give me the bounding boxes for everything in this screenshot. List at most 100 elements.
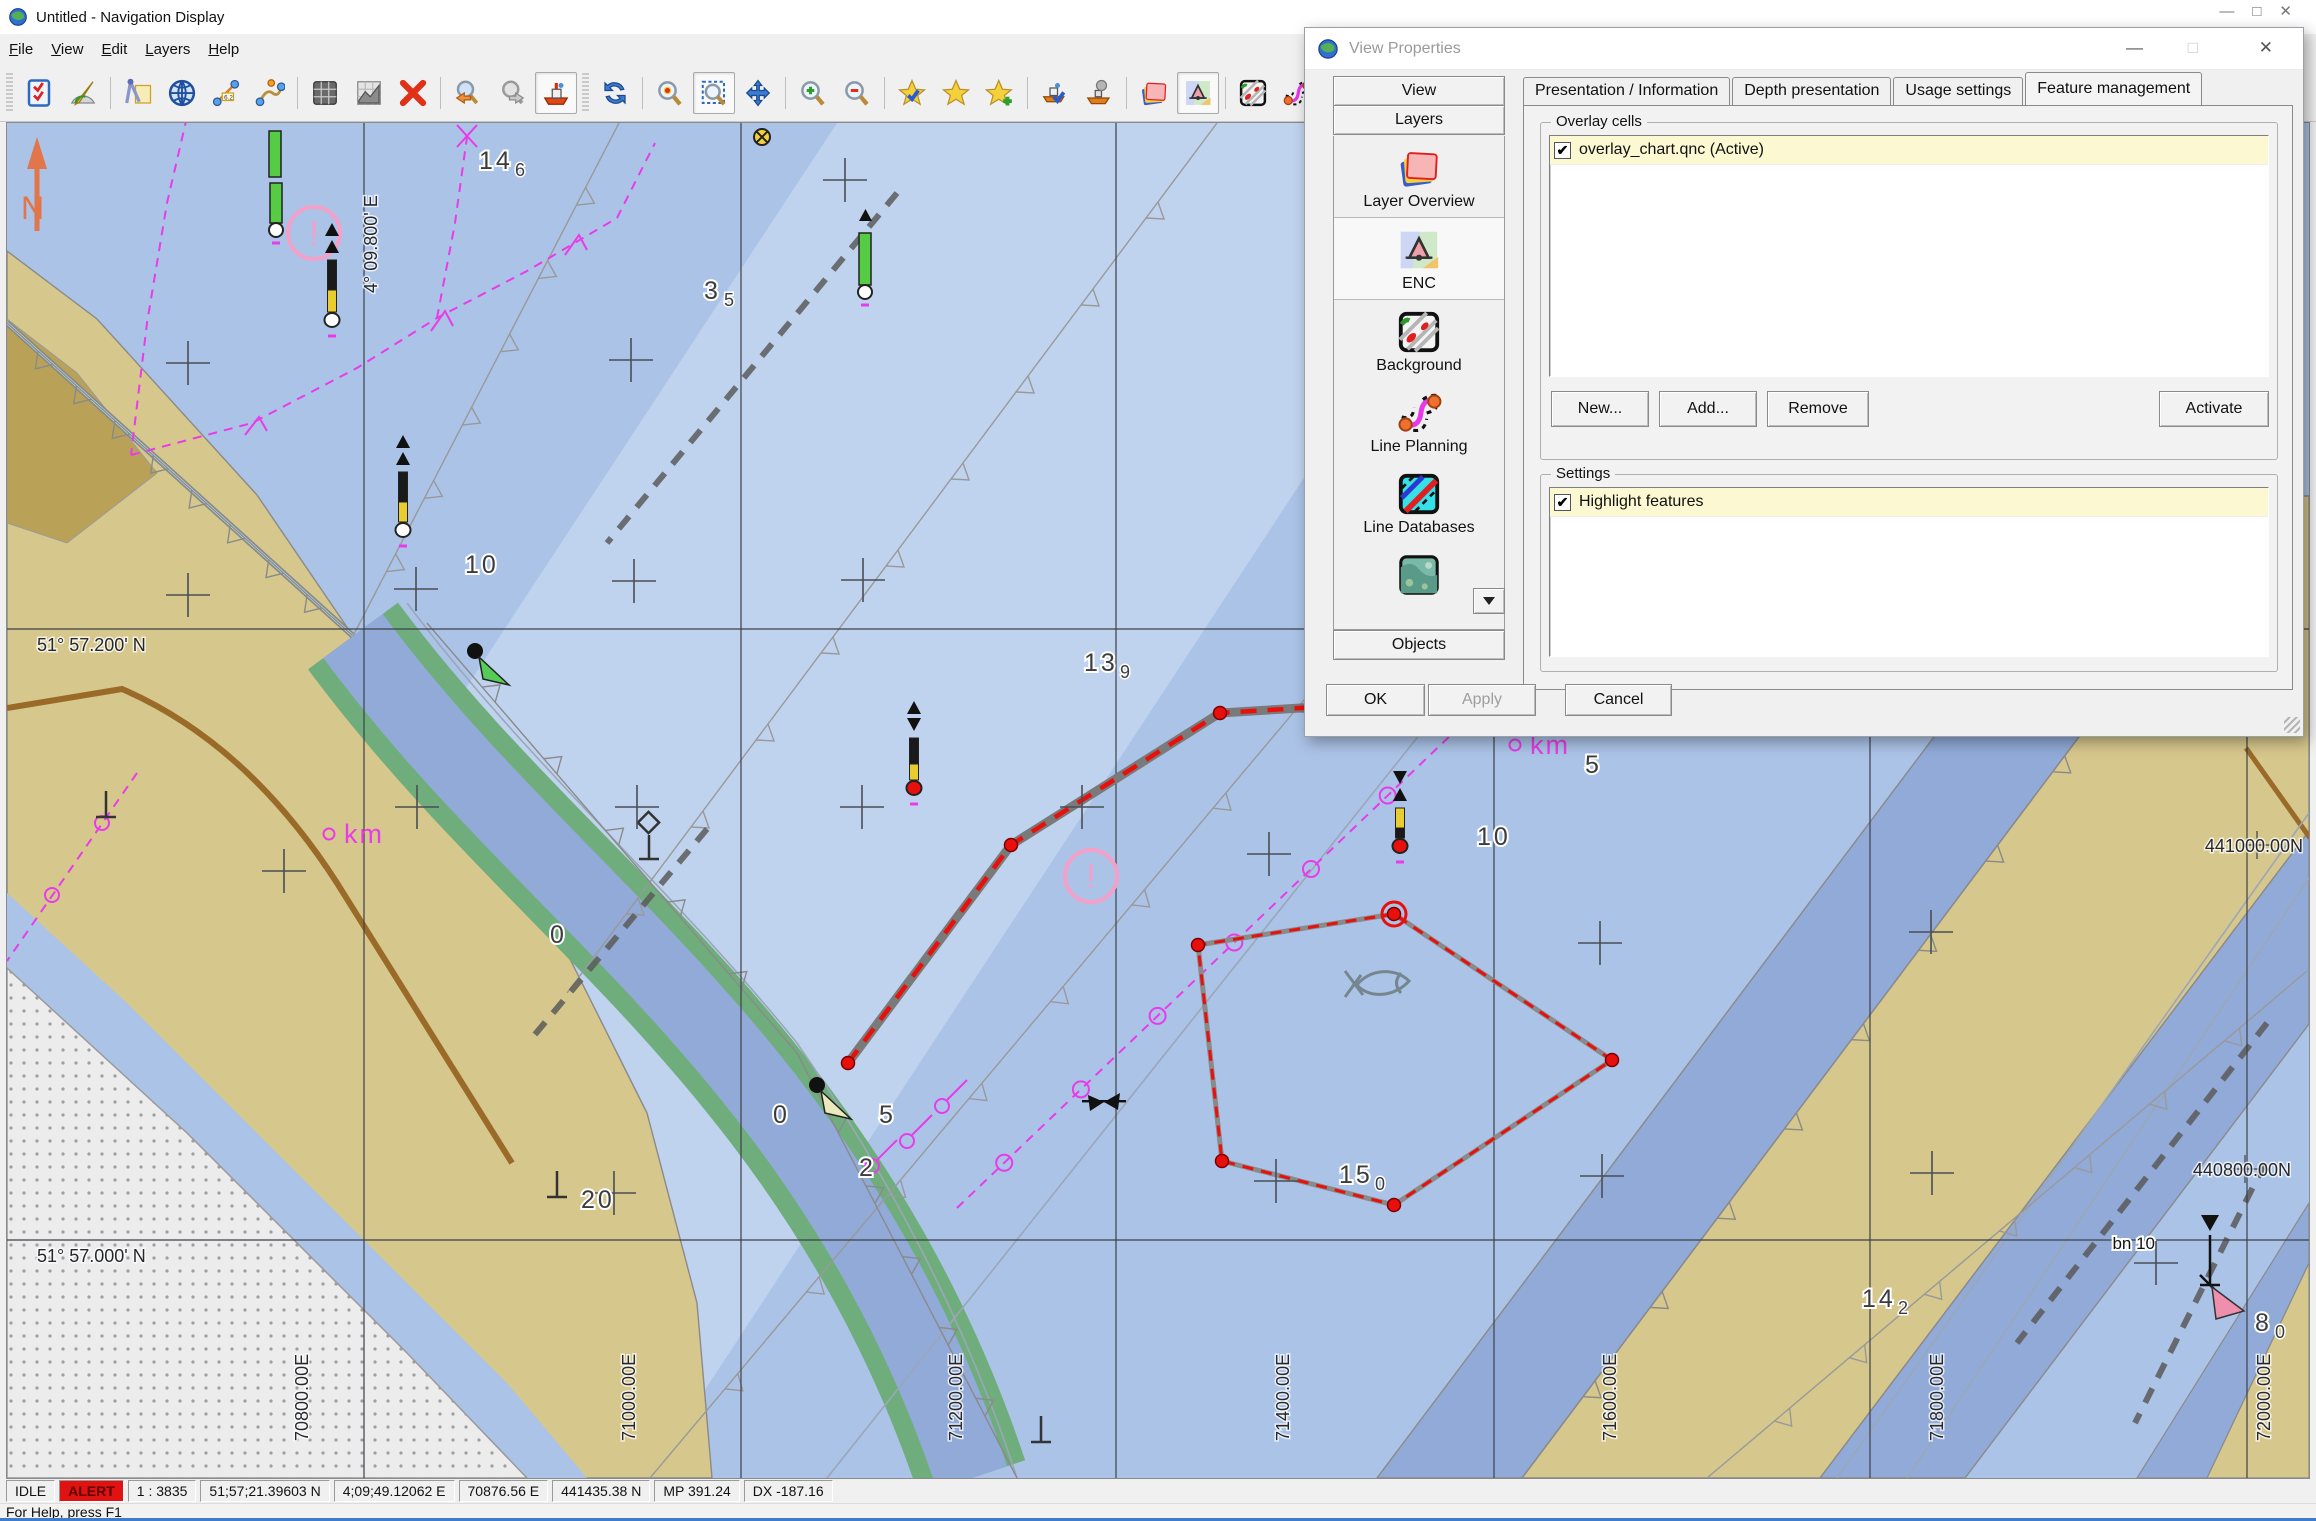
measure-button[interactable]: 6.2 <box>205 72 247 114</box>
delete-icon <box>398 78 428 108</box>
dialog-close-button[interactable]: ✕ <box>2259 38 2273 58</box>
svg-text:0: 0 <box>1375 1174 1385 1194</box>
toolbar-grip[interactable] <box>6 73 13 113</box>
dialog-nav-layers-button[interactable]: Layers <box>1333 105 1505 135</box>
star-button[interactable] <box>935 72 977 114</box>
window-minimize-button[interactable]: — <box>2219 3 2252 20</box>
layer-item-enc[interactable]: ENC <box>1334 217 1504 300</box>
window-maximize-button[interactable]: □ <box>2252 3 2279 20</box>
toolbar-separator <box>1027 77 1028 109</box>
zoom-area-icon <box>699 78 729 108</box>
remove-button[interactable]: Remove <box>1767 391 1869 427</box>
dialog-titlebar[interactable]: View Properties — □ ✕ <box>1305 28 2303 70</box>
background-road-icon <box>1238 78 1268 108</box>
svg-text:441000.00N: 441000.00N <box>2205 836 2303 856</box>
ok-button[interactable]: OK <box>1326 684 1425 716</box>
svg-text:8: 8 <box>2255 1309 2272 1337</box>
svg-text:!: ! <box>1086 858 1095 896</box>
layer-list-scroll-down-button[interactable] <box>1473 588 1505 614</box>
star-add-icon <box>985 78 1015 108</box>
svg-text:0: 0 <box>2275 1322 2285 1342</box>
zoom-in-button[interactable] <box>792 72 834 114</box>
grid-dark-button[interactable] <box>304 72 346 114</box>
svg-text:71000.00E: 71000.00E <box>619 1354 639 1441</box>
layer-item-layer-overview[interactable]: Layer Overview <box>1334 136 1504 217</box>
protractor-button[interactable] <box>62 72 104 114</box>
toolbar-separator <box>785 77 786 109</box>
menu-layers[interactable]: Layers <box>136 37 199 62</box>
svg-text:5: 5 <box>1585 751 1602 779</box>
cancel-button[interactable]: Cancel <box>1565 684 1672 716</box>
zoom-out-button[interactable] <box>836 72 878 114</box>
tab-presentation-information[interactable]: Presentation / Information <box>1523 77 1730 106</box>
background-road-button[interactable] <box>1232 72 1274 114</box>
layer-sheets-button[interactable] <box>1133 72 1175 114</box>
dialog-nav-objects-button[interactable]: Objects <box>1333 630 1505 660</box>
menu-help[interactable]: Help <box>199 37 248 62</box>
svg-text:2: 2 <box>859 1154 876 1182</box>
setting-item[interactable]: ✔Highlight features <box>1550 488 2268 517</box>
tab-depth-presentation[interactable]: Depth presentation <box>1732 77 1891 106</box>
delete-button[interactable] <box>392 72 434 114</box>
dividers-button[interactable] <box>117 72 159 114</box>
globe-icon <box>167 78 197 108</box>
ship-gray-button[interactable] <box>1078 72 1120 114</box>
svg-text:bn 10: bn 10 <box>2112 1234 2155 1253</box>
add-button[interactable]: Add... <box>1659 391 1757 427</box>
checkbox[interactable]: ✔ <box>1554 494 1571 511</box>
dividers-icon <box>123 78 153 108</box>
star-icon <box>941 78 971 108</box>
status-cell: 441435.38 N <box>552 1480 650 1502</box>
enc-chart-button[interactable] <box>1177 72 1219 114</box>
refresh-button[interactable] <box>594 72 636 114</box>
activate-button[interactable]: Activate <box>2159 391 2269 427</box>
dialog-nav-view-button[interactable]: View <box>1333 76 1505 106</box>
layer-item-label: Line Planning <box>1371 438 1468 455</box>
toolbar-separator <box>884 77 885 109</box>
apply-button[interactable]: Apply <box>1428 684 1536 716</box>
layer-item-line-databases[interactable]: Line Databases <box>1334 462 1504 543</box>
svg-text:51° 57.000' N: 51° 57.000' N <box>37 1246 146 1266</box>
ship-check-button[interactable] <box>1034 72 1076 114</box>
menu-view[interactable]: View <box>42 37 92 62</box>
check-list-button[interactable] <box>18 72 60 114</box>
zoom-in-icon <box>798 78 828 108</box>
svg-text:9: 9 <box>1120 662 1130 682</box>
dialog-maximize-button[interactable]: □ <box>2188 38 2198 58</box>
checkbox[interactable]: ✔ <box>1554 142 1571 159</box>
own-ship-button[interactable] <box>535 72 577 114</box>
zoom-area-button[interactable] <box>693 72 735 114</box>
chart-graph-button[interactable] <box>348 72 390 114</box>
globe-button[interactable] <box>161 72 203 114</box>
app-globe-icon <box>8 7 28 27</box>
dialog-resize-grip[interactable] <box>2284 717 2300 733</box>
tab-feature-management[interactable]: Feature management <box>2025 72 2202 107</box>
dialog-layer-list: Layer Overview ENCBackground Line Planning… <box>1333 136 1505 630</box>
overlay-cell-item[interactable]: ✔overlay_chart.qnc (Active) <box>1550 136 2268 165</box>
svg-text:51° 57.200' N: 51° 57.200' N <box>37 635 146 655</box>
pan-button[interactable] <box>737 72 779 114</box>
window-close-button[interactable]: ✕ <box>2279 3 2310 20</box>
new-button[interactable]: New... <box>1551 391 1649 427</box>
svg-text:2: 2 <box>1898 1298 1908 1318</box>
curve-edit-icon <box>255 78 285 108</box>
star-add-button[interactable] <box>979 72 1021 114</box>
view-back-button[interactable] <box>447 72 489 114</box>
tab-usage-settings[interactable]: Usage settings <box>1893 77 2023 106</box>
toolbar-grip[interactable] <box>582 73 589 113</box>
center-view-button[interactable] <box>649 72 691 114</box>
toolbar-separator <box>110 77 111 109</box>
curve-edit-button[interactable] <box>249 72 291 114</box>
svg-text:70800.00E: 70800.00E <box>292 1354 312 1441</box>
layer-item-line-planning[interactable]: Line Planning <box>1334 381 1504 462</box>
view-forward-button[interactable] <box>491 72 533 114</box>
measure-icon: 6.2 <box>211 78 241 108</box>
layer-item-label: Layer Overview <box>1363 193 1474 210</box>
dialog-title: View Properties <box>1349 40 1461 58</box>
star-check-button[interactable] <box>891 72 933 114</box>
menu-edit[interactable]: Edit <box>92 37 136 62</box>
menu-file[interactable]: File <box>0 37 42 62</box>
dialog-minimize-button[interactable]: — <box>2126 38 2143 58</box>
dialog-globe-icon <box>1317 38 1339 60</box>
layer-item-background[interactable]: Background <box>1334 300 1504 381</box>
